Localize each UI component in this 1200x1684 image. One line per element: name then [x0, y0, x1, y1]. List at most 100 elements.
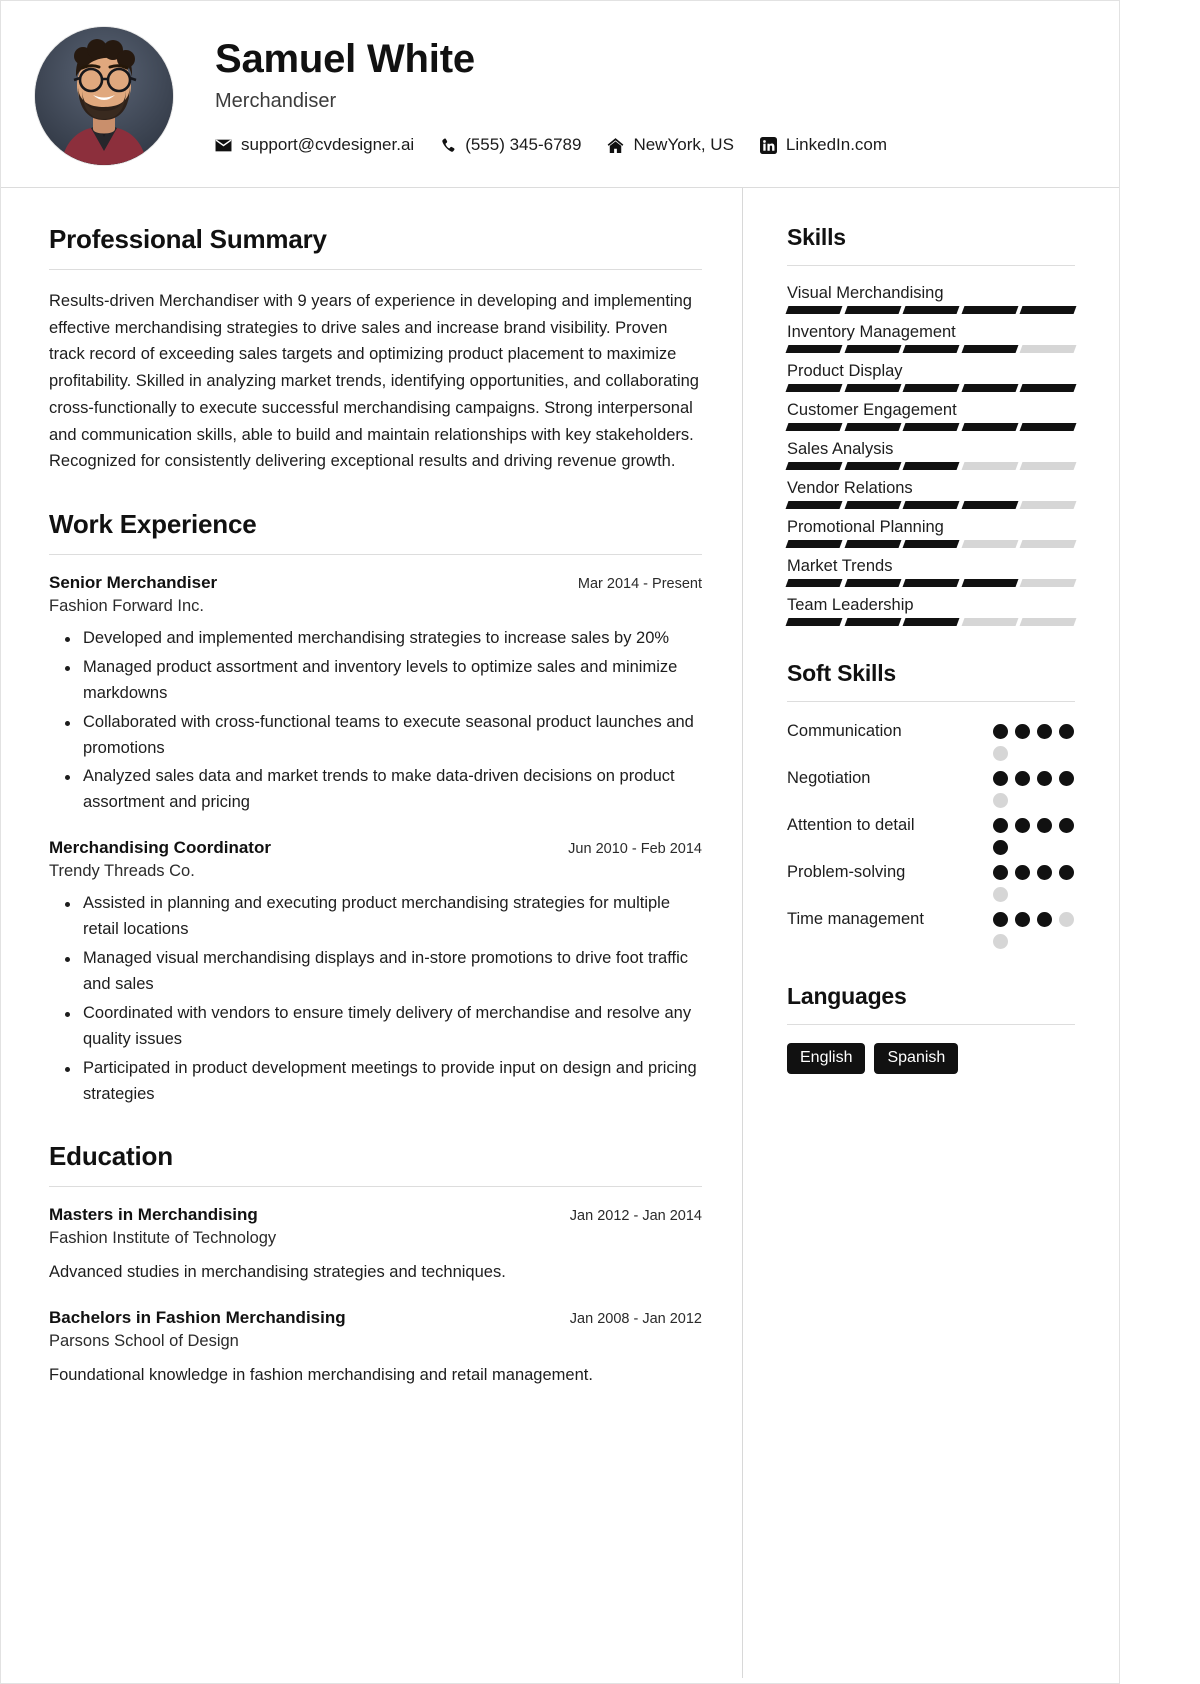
contact-email-text: support@cvdesigner.ai: [241, 135, 415, 154]
skill-level-bar: [785, 501, 1077, 509]
section-languages: Languages English Spanish: [787, 983, 1075, 1074]
rating-dot: [993, 934, 1008, 949]
skill-label: Inventory Management: [787, 323, 956, 341]
entry-header: Senior Merchandiser Mar 2014 - Present: [49, 573, 702, 593]
sidebar-column: Skills Visual Merchandising Inventory Man…: [743, 188, 1119, 1678]
skill-bar-segment: [844, 462, 901, 470]
skill-level-bar: [785, 345, 1077, 353]
contact-linkedin-text: LinkedIn.com: [785, 135, 888, 154]
entry-date: Jan 2008 - Jan 2012: [569, 1310, 702, 1327]
section-heading-languages: Languages: [787, 983, 907, 1009]
entry-bullet: Coordinated with vendors to ensure timel…: [65, 1001, 702, 1053]
skill-bar-segment: [785, 618, 843, 626]
rating-dot: [1037, 771, 1052, 786]
entry-bullet-list: Developed and implemented merchandising …: [49, 626, 702, 816]
skill-bar-segment: [1019, 501, 1077, 509]
skill-bar-segment: [785, 462, 843, 470]
skill-label: Customer Engagement: [787, 401, 957, 419]
skill-bar-segment: [902, 540, 960, 548]
section-skills: Skills Visual Merchandising Inventory Man…: [785, 224, 1077, 626]
resume-header: Samuel White Merchandiser support@cvdesi…: [1, 1, 1119, 188]
soft-skill-row: Problem-solving: [787, 861, 1075, 902]
skill-label: Promotional Planning: [787, 518, 944, 536]
divider: [49, 269, 702, 270]
skill-label: Product Display: [787, 362, 903, 380]
education-entry-list: Masters in Merchandising Jan 2012 - Jan 2…: [49, 1205, 702, 1388]
contact-phone[interactable]: (555) 345-6789: [440, 135, 581, 155]
skill-level-bar: [785, 540, 1077, 548]
divider: [787, 1024, 1075, 1025]
skill-bar-segment: [902, 462, 960, 470]
avatar: [35, 27, 173, 165]
entry-bullet: Participated in product development meet…: [65, 1056, 702, 1108]
skill-row: Market Trends: [785, 557, 1077, 587]
entry-bullet: Analyzed sales data and market trends to…: [65, 764, 702, 816]
email-icon: [215, 137, 232, 154]
soft-skill-label: Attention to detail: [787, 816, 915, 834]
entry-header: Masters in Merchandising Jan 2012 - Jan 2…: [49, 1205, 702, 1225]
skill-bar-segment: [844, 540, 901, 548]
skill-bar-segment: [1019, 384, 1077, 392]
entry-date: Mar 2014 - Present: [577, 576, 702, 593]
entry-bullet: Managed product assortment and inventory…: [65, 655, 702, 707]
divider: [787, 701, 1075, 702]
contact-linkedin[interactable]: LinkedIn.com: [759, 135, 888, 155]
rating-dot: [1059, 818, 1074, 833]
contact-email[interactable]: support@cvdesigner.ai: [215, 135, 414, 155]
entry-organization: Trendy Threads Co.: [49, 862, 195, 881]
entry-bullet: Managed visual merchandising displays an…: [65, 946, 702, 998]
phone-icon: [440, 137, 456, 154]
section-heading-education: Education: [49, 1141, 173, 1172]
rating-dot: [993, 865, 1008, 880]
skill-bar-segment: [1019, 618, 1077, 626]
entry-role: Merchandising Coordinator: [49, 838, 271, 858]
skill-bar-segment: [785, 540, 843, 548]
rating-dot: [1015, 818, 1030, 833]
entry-header: Merchandising Coordinator Jun 2010 - Feb …: [49, 838, 702, 858]
skill-bar-segment: [961, 384, 1018, 392]
rating-dot: [1059, 724, 1074, 739]
entry-bullet: Collaborated with cross-functional teams…: [65, 710, 702, 762]
skill-bar-segment: [961, 462, 1018, 470]
entry: Senior Merchandiser Mar 2014 - Present Fas…: [49, 573, 702, 816]
rating-dot: [1015, 912, 1030, 927]
skill-bar-segment: [844, 579, 901, 587]
soft-skill-row: Negotiation: [787, 767, 1075, 808]
rating-dot: [1015, 724, 1030, 739]
skill-bar-segment: [785, 345, 843, 353]
contact-location[interactable]: NewYork, US: [607, 135, 734, 155]
skill-bar-segment: [844, 345, 901, 353]
skill-level-bar: [785, 618, 1077, 626]
skill-row: Sales Analysis: [785, 440, 1077, 470]
soft-skill-row: Time management: [787, 908, 1075, 949]
section-heading-skills: Skills: [787, 224, 846, 250]
skill-level-bar: [785, 579, 1077, 587]
resume-body: Professional Summary Results-driven Merc…: [1, 188, 1119, 1678]
linkedin-icon: [759, 136, 777, 154]
soft-skill-rating: [993, 908, 1075, 949]
soft-skill-rating: [993, 767, 1075, 808]
entry-date: Jun 2010 - Feb 2014: [568, 841, 702, 858]
soft-skill-label: Communication: [787, 722, 902, 740]
soft-skill-row: Communication: [787, 720, 1075, 761]
skill-bar-segment: [902, 423, 960, 431]
skill-bar-segment: [785, 384, 843, 392]
skill-bar-segment: [961, 618, 1018, 626]
divider: [49, 1186, 702, 1188]
skill-bar-segment: [844, 618, 901, 626]
skill-row: Customer Engagement: [785, 401, 1077, 431]
rating-dot: [1015, 771, 1030, 786]
section-soft-skills: Soft Skills Communication Negotiation Atte…: [787, 660, 1075, 949]
languages-list: English Spanish: [787, 1043, 1075, 1074]
skills-list: Visual Merchandising Inventory Management…: [785, 284, 1077, 626]
soft-skill-label: Negotiation: [787, 769, 871, 787]
rating-dot: [993, 793, 1008, 808]
skill-bar-segment: [844, 423, 901, 431]
skill-bar-segment: [844, 306, 901, 314]
rating-dot: [1059, 771, 1074, 786]
skill-bar-segment: [844, 384, 901, 392]
language-chip: Spanish: [874, 1043, 959, 1074]
skill-row: Team Leadership: [785, 596, 1077, 626]
entry-role: Bachelors in Fashion Merchandising: [49, 1307, 346, 1327]
skill-level-bar: [785, 306, 1077, 314]
